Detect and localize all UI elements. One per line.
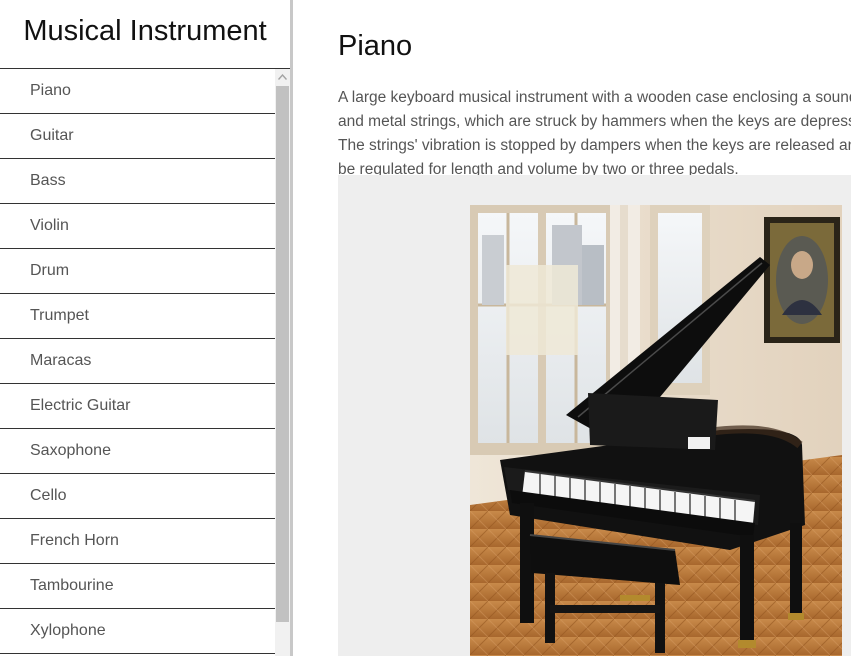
- sidebar-item-electric-guitar[interactable]: Electric Guitar: [0, 384, 275, 429]
- sidebar: Musical Instrument Piano Guitar Bass Vio…: [0, 0, 290, 656]
- sidebar-item-trumpet[interactable]: Trumpet: [0, 294, 275, 339]
- sidebar-item-piano[interactable]: Piano: [0, 69, 275, 114]
- sidebar-item-drum[interactable]: Drum: [0, 249, 275, 294]
- sidebar-divider: [290, 0, 293, 656]
- sidebar-item-french-horn[interactable]: French Horn: [0, 519, 275, 564]
- grand-piano-photo: [470, 205, 842, 656]
- instrument-description: A large keyboard musical instrument with…: [338, 89, 851, 178]
- sidebar-item-guitar[interactable]: Guitar: [0, 114, 275, 159]
- sidebar-scrollbar[interactable]: [275, 69, 290, 656]
- sidebar-item-xylophone[interactable]: Xylophone: [0, 609, 275, 654]
- main-content: Piano A large keyboard musical instrumen…: [338, 0, 851, 656]
- sidebar-item-maracas[interactable]: Maracas: [0, 339, 275, 384]
- sidebar-item-bass[interactable]: Bass: [0, 159, 275, 204]
- sidebar-item-violin[interactable]: Violin: [0, 204, 275, 249]
- image-panel: [338, 175, 851, 656]
- instrument-list: Piano Guitar Bass Violin Drum Trumpet Ma…: [0, 69, 275, 656]
- app-title: Musical Instrument: [0, 0, 290, 69]
- scrollbar-thumb[interactable]: [276, 86, 289, 622]
- sidebar-item-saxophone[interactable]: Saxophone: [0, 429, 275, 474]
- sidebar-item-tambourine[interactable]: Tambourine: [0, 564, 275, 609]
- chevron-up-icon[interactable]: [275, 69, 290, 84]
- sidebar-item-cello[interactable]: Cello: [0, 474, 275, 519]
- page-title: Piano: [338, 30, 413, 62]
